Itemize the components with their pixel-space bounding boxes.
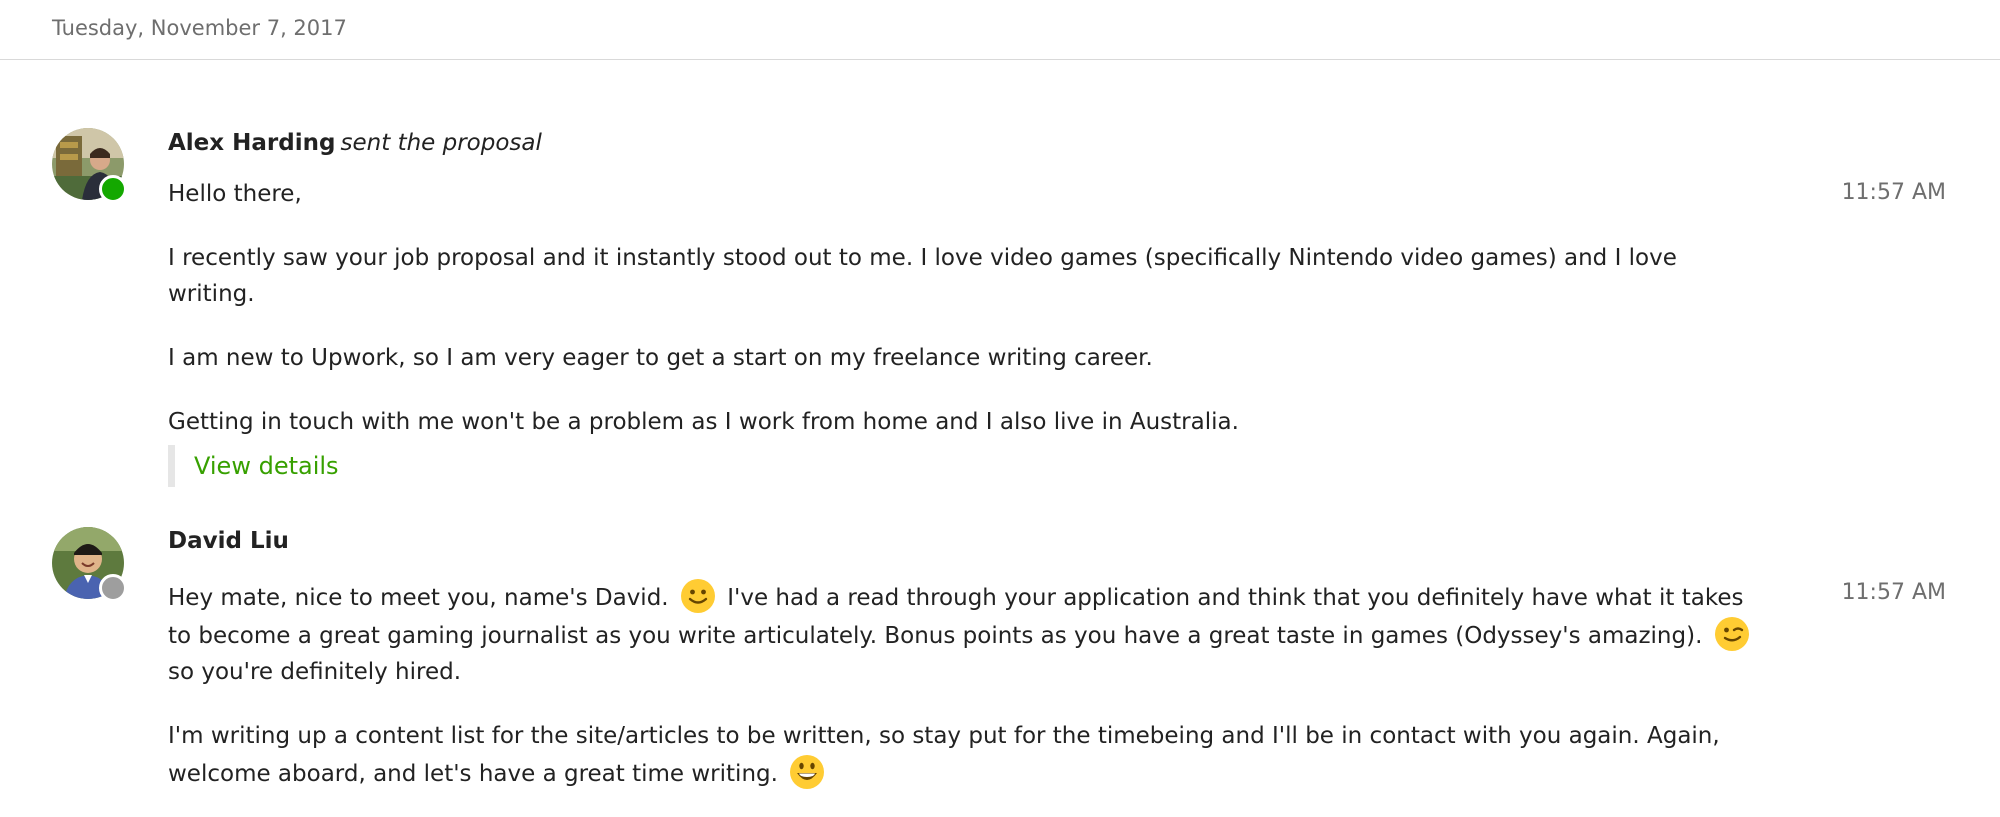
view-details-link[interactable]: View details <box>194 452 339 480</box>
message-timestamp: 11:57 AM <box>1841 180 1946 205</box>
message-body: Hey mate, nice to meet you, name's David… <box>168 578 1758 792</box>
message-header: David Liu <box>168 526 1758 558</box>
message-paragraph: Hello there, <box>168 181 302 207</box>
message-alex-harding: Alex Harding sent the proposal Hello the… <box>168 128 1788 435</box>
online-status-indicator <box>99 175 127 203</box>
message-paragraph: I recently saw your job proposal and it … <box>168 245 1677 307</box>
message-paragraph: Getting in touch with me won't be a prob… <box>168 409 1239 435</box>
slightly-smiling-face-icon <box>680 579 715 613</box>
winking-face-icon <box>1714 617 1749 651</box>
offline-status-indicator <box>99 574 127 602</box>
sender-name[interactable]: Alex Harding <box>168 130 335 156</box>
grinning-face-icon <box>790 755 825 789</box>
message-paragraph: I am new to Upwork, so I am very eager t… <box>168 345 1153 371</box>
sender-name[interactable]: David Liu <box>168 528 289 554</box>
date-divider: Tuesday, November 7, 2017 <box>0 0 2000 60</box>
message-paragraph: I'm writing up a content list for the si… <box>168 718 1758 792</box>
message-header: Alex Harding sent the proposal <box>168 128 1788 160</box>
message-text: so you're definitely hired. <box>168 659 462 685</box>
sender-action: sent the proposal <box>340 130 542 156</box>
message-body: Hello there, I recently saw your job pro… <box>168 176 1788 440</box>
avatar-david-liu[interactable] <box>52 527 127 602</box>
date-header: Tuesday, November 7, 2017 <box>52 16 347 40</box>
proposal-details-block: View details <box>168 445 339 487</box>
message-timestamp: 11:57 AM <box>1841 580 1946 605</box>
message-text: I'm writing up a content list for the si… <box>168 723 1720 787</box>
message-text: Hey mate, nice to meet you, name's David… <box>168 585 669 611</box>
message-paragraph: Hey mate, nice to meet you, name's David… <box>168 578 1758 690</box>
avatar-alex-harding[interactable] <box>52 128 127 203</box>
message-david-liu: David Liu Hey mate, nice to meet you, na… <box>168 526 1758 789</box>
